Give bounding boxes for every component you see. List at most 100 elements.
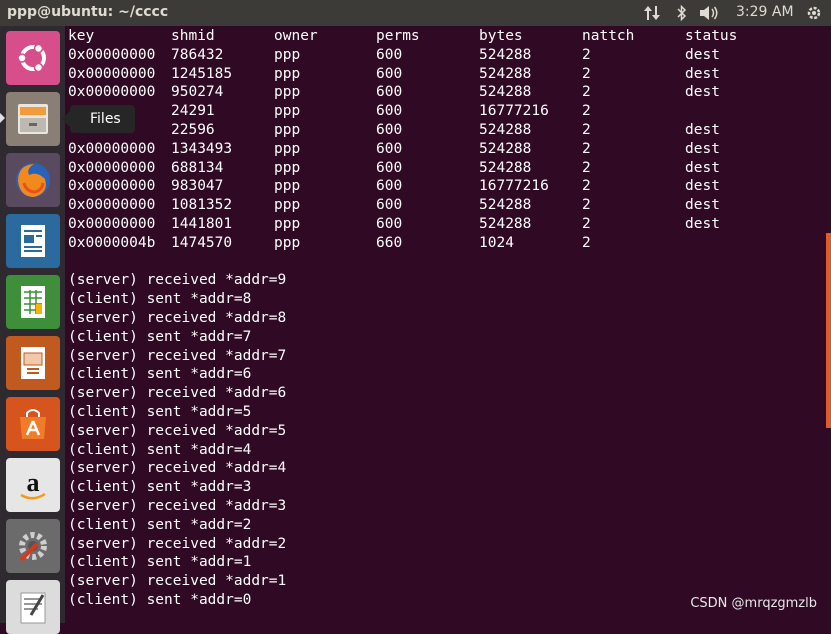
ubuntu-logo-icon <box>6 31 60 85</box>
table-cell: 22596 <box>171 121 215 138</box>
terminal-output[interactable]: key shmid owner perms bytes nattch statu… <box>68 27 828 610</box>
table-cell: 786432 <box>171 46 224 63</box>
launcher: a <box>0 26 65 634</box>
table-row: 0x00000000 950274 ppp 600 524288 2 dest <box>68 83 828 102</box>
table-cell: 1343493 <box>171 140 233 157</box>
table-cell: ppp <box>274 197 301 214</box>
table-cell: ppp <box>274 140 301 157</box>
table-cell: 0x00000000 <box>68 215 156 232</box>
impress-presentation-icon <box>6 336 60 390</box>
table-row: 0x0000004b 1474570 ppp 660 1024 2 <box>68 234 828 253</box>
table-cell: ppp <box>274 159 301 176</box>
clock[interactable]: 3:29 AM <box>736 4 794 20</box>
table-cell: 16777216 <box>479 178 549 195</box>
table-cell: 524288 <box>479 84 532 101</box>
table-row: 0x00000000 983047 ppp 600 16777216 2 dest <box>68 177 828 196</box>
table-header: key shmid owner perms bytes nattch statu… <box>68 27 828 46</box>
scrollbar[interactable] <box>826 233 831 428</box>
table-cell: 524288 <box>479 46 532 63</box>
table-cell: 688134 <box>171 159 224 176</box>
table-cell: 600 <box>376 140 403 157</box>
table-cell: 524288 <box>479 121 532 138</box>
table-cell: 600 <box>376 65 403 82</box>
table-cell: 2 <box>582 159 591 176</box>
log-line: (client) sent *addr=8 <box>68 291 252 308</box>
header-nattch: nattch <box>582 28 635 44</box>
launcher-item-amazon[interactable]: a <box>6 458 60 512</box>
launcher-item-text-editor[interactable] <box>6 580 60 634</box>
table-cell: 0x00000000 <box>68 65 156 82</box>
header-owner: owner <box>274 28 318 44</box>
table-cell: ppp <box>274 121 301 138</box>
launcher-item-ubuntu-software[interactable] <box>6 397 60 451</box>
window-title: ppp@ubuntu: ~/cccc <box>7 4 169 20</box>
amazon-icon: a <box>6 458 60 512</box>
table-cell: dest <box>685 46 720 63</box>
table-cell: 2 <box>582 178 591 195</box>
table-cell: ppp <box>274 84 301 101</box>
volume-icon[interactable] <box>698 4 720 26</box>
header-key: key <box>68 28 95 44</box>
table-cell: 600 <box>376 84 403 101</box>
table-cell: dest <box>685 197 720 214</box>
log-line: (server) received *addr=7 <box>68 347 287 364</box>
settings-wrench-icon <box>6 519 60 573</box>
log-line: (server) received *addr=4 <box>68 460 287 477</box>
table-cell: 983047 <box>171 178 224 195</box>
calc-spreadsheet-icon <box>6 275 60 329</box>
launcher-item-firefox[interactable] <box>6 153 60 207</box>
network-updown-icon[interactable] <box>643 4 661 26</box>
table-cell: 950274 <box>171 84 224 101</box>
table-cell: 600 <box>376 197 403 214</box>
header-perms: perms <box>376 28 420 44</box>
table-row: 0x00000000 1343493 ppp 600 524288 2 dest <box>68 140 828 159</box>
power-gear-icon[interactable] <box>805 4 823 26</box>
bluetooth-icon[interactable] <box>675 4 689 26</box>
table-cell: 0x00000000 <box>68 140 156 157</box>
launcher-item-libreoffice-writer[interactable] <box>6 214 60 268</box>
writer-document-icon <box>6 214 60 268</box>
log-line: (client) sent *addr=2 <box>68 516 252 533</box>
log-line: (server) received *addr=6 <box>68 385 287 402</box>
table-cell: ppp <box>274 178 301 195</box>
table-row: 22596 ppp 600 524288 2 dest <box>68 121 828 140</box>
log-line: (server) received *addr=1 <box>68 573 287 590</box>
table-cell: 16777216 <box>479 103 549 120</box>
launcher-item-system-settings[interactable] <box>6 519 60 573</box>
top-panel: ppp@ubuntu: ~/cccc 3:29 AM <box>0 0 831 26</box>
table-cell: 2 <box>582 215 591 232</box>
log-line: (client) sent *addr=3 <box>68 479 252 496</box>
table-cell: 600 <box>376 159 403 176</box>
table-cell: 2 <box>582 197 591 214</box>
table-row: 0x00000000 1441801 ppp 600 524288 2 dest <box>68 215 828 234</box>
table-cell: 524288 <box>479 159 532 176</box>
launcher-item-ubuntu-dash[interactable] <box>6 31 60 85</box>
table-cell: 0x00000000 <box>68 197 156 214</box>
table-cell: 2 <box>582 121 591 138</box>
table-cell: 2 <box>582 234 591 251</box>
header-shmid: shmid <box>171 28 215 44</box>
table-cell: ppp <box>274 215 301 232</box>
table-cell: dest <box>685 140 720 157</box>
table-cell: ppp <box>274 46 301 63</box>
table-cell: 0x00000000 <box>68 84 156 101</box>
table-cell: dest <box>685 159 720 176</box>
launcher-item-libreoffice-impress[interactable] <box>6 336 60 390</box>
table-cell: 0x0000004b <box>68 234 156 251</box>
file-cabinet-icon <box>6 92 60 146</box>
text-editor-icon <box>6 580 60 634</box>
table-cell: 600 <box>376 121 403 138</box>
log-line: (server) received *addr=8 <box>68 309 287 326</box>
svg-text:a: a <box>27 468 40 497</box>
launcher-item-files[interactable] <box>6 92 60 146</box>
log-line: (client) sent *addr=7 <box>68 328 252 345</box>
table-cell: 1081352 <box>171 197 233 214</box>
table-row: 0x00000000 1081352 ppp 600 524288 2 dest <box>68 196 828 215</box>
table-cell: 1245185 <box>171 65 233 82</box>
launcher-item-libreoffice-calc[interactable] <box>6 275 60 329</box>
log-line: (client) sent *addr=6 <box>68 366 252 383</box>
log-line: (server) received *addr=2 <box>68 535 287 552</box>
log-line: (server) received *addr=3 <box>68 497 287 514</box>
table-cell: ppp <box>274 65 301 82</box>
